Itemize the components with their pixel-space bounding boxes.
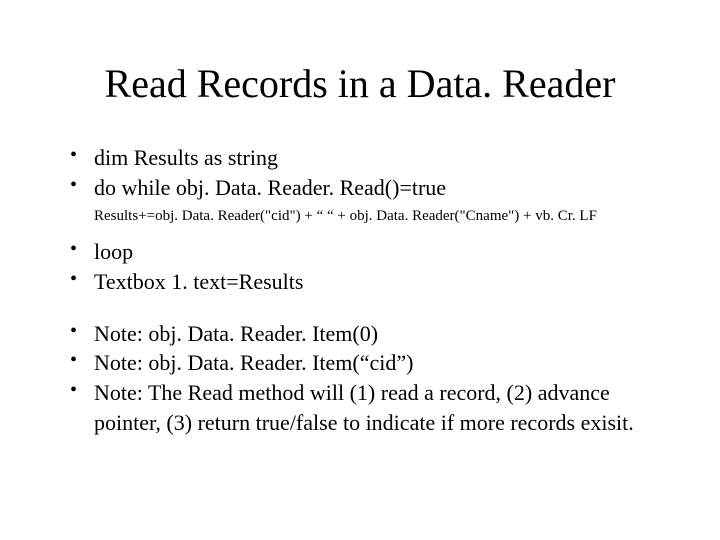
bullet-item: do while obj. Data. Reader. Read()=true [70, 173, 660, 203]
slide: Read Records in a Data. Reader dim Resul… [0, 0, 720, 540]
spacer [60, 297, 660, 319]
code-line: Results+=obj. Data. Reader("cid") + “ “ … [94, 206, 660, 227]
bullet-item: Textbox 1. text=Results [70, 267, 660, 297]
bullet-list-mid: loop Textbox 1. text=Results [70, 237, 660, 296]
bullet-item: Note: obj. Data. Reader. Item(“cid”) [70, 348, 660, 378]
bullet-list-notes: Note: obj. Data. Reader. Item(0) Note: o… [70, 319, 660, 438]
bullet-item: dim Results as string [70, 143, 660, 173]
bullet-item: Note: The Read method will (1) read a re… [70, 378, 660, 437]
bullet-list-top: dim Results as string do while obj. Data… [70, 143, 660, 202]
bullet-item: loop [70, 237, 660, 267]
slide-title: Read Records in a Data. Reader [60, 60, 660, 107]
bullet-item: Note: obj. Data. Reader. Item(0) [70, 319, 660, 349]
